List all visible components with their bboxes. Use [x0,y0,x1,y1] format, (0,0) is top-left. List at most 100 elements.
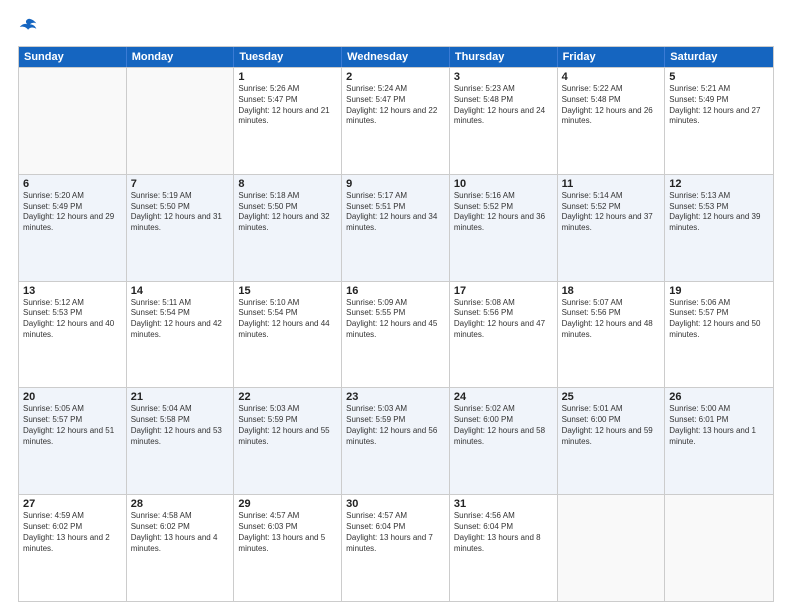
cell-info: Sunrise: 5:00 AMSunset: 6:01 PMDaylight:… [669,404,769,447]
day-cell-22: 22Sunrise: 5:03 AMSunset: 5:59 PMDayligh… [234,388,342,494]
day-number: 30 [346,498,445,510]
day-header-thursday: Thursday [450,47,558,67]
day-cell-2: 2Sunrise: 5:24 AMSunset: 5:47 PMDaylight… [342,68,450,174]
day-cell-20: 20Sunrise: 5:05 AMSunset: 5:57 PMDayligh… [19,388,127,494]
day-number: 27 [23,498,122,510]
day-cell-8: 8Sunrise: 5:18 AMSunset: 5:50 PMDaylight… [234,175,342,281]
cell-info: Sunrise: 5:19 AMSunset: 5:50 PMDaylight:… [131,191,230,234]
day-number: 3 [454,71,553,83]
day-number: 25 [562,391,661,403]
day-number: 13 [23,285,122,297]
day-number: 15 [238,285,337,297]
day-number: 14 [131,285,230,297]
day-number: 1 [238,71,337,83]
day-cell-11: 11Sunrise: 5:14 AMSunset: 5:52 PMDayligh… [558,175,666,281]
day-number: 23 [346,391,445,403]
day-cell-16: 16Sunrise: 5:09 AMSunset: 5:55 PMDayligh… [342,282,450,388]
day-number: 2 [346,71,445,83]
day-cell-9: 9Sunrise: 5:17 AMSunset: 5:51 PMDaylight… [342,175,450,281]
empty-cell [558,495,666,601]
empty-cell [665,495,773,601]
calendar-body: 1Sunrise: 5:26 AMSunset: 5:47 PMDaylight… [19,67,773,601]
day-number: 24 [454,391,553,403]
cell-info: Sunrise: 5:07 AMSunset: 5:56 PMDaylight:… [562,298,661,341]
day-number: 4 [562,71,661,83]
day-number: 28 [131,498,230,510]
cell-info: Sunrise: 5:13 AMSunset: 5:53 PMDaylight:… [669,191,769,234]
day-number: 18 [562,285,661,297]
day-header-monday: Monday [127,47,235,67]
cell-info: Sunrise: 5:14 AMSunset: 5:52 PMDaylight:… [562,191,661,234]
day-cell-4: 4Sunrise: 5:22 AMSunset: 5:48 PMDaylight… [558,68,666,174]
day-cell-31: 31Sunrise: 4:56 AMSunset: 6:04 PMDayligh… [450,495,558,601]
day-header-friday: Friday [558,47,666,67]
day-number: 10 [454,178,553,190]
day-cell-19: 19Sunrise: 5:06 AMSunset: 5:57 PMDayligh… [665,282,773,388]
day-header-wednesday: Wednesday [342,47,450,67]
day-number: 16 [346,285,445,297]
day-cell-28: 28Sunrise: 4:58 AMSunset: 6:02 PMDayligh… [127,495,235,601]
day-cell-10: 10Sunrise: 5:16 AMSunset: 5:52 PMDayligh… [450,175,558,281]
cell-info: Sunrise: 5:09 AMSunset: 5:55 PMDaylight:… [346,298,445,341]
calendar-row-5: 27Sunrise: 4:59 AMSunset: 6:02 PMDayligh… [19,494,773,601]
day-cell-13: 13Sunrise: 5:12 AMSunset: 5:53 PMDayligh… [19,282,127,388]
calendar-row-3: 13Sunrise: 5:12 AMSunset: 5:53 PMDayligh… [19,281,773,388]
day-number: 22 [238,391,337,403]
day-cell-6: 6Sunrise: 5:20 AMSunset: 5:49 PMDaylight… [19,175,127,281]
calendar-row-2: 6Sunrise: 5:20 AMSunset: 5:49 PMDaylight… [19,174,773,281]
day-number: 7 [131,178,230,190]
cell-info: Sunrise: 4:58 AMSunset: 6:02 PMDaylight:… [131,511,230,554]
day-header-saturday: Saturday [665,47,773,67]
cell-info: Sunrise: 5:04 AMSunset: 5:58 PMDaylight:… [131,404,230,447]
calendar-header: SundayMondayTuesdayWednesdayThursdayFrid… [19,47,773,67]
day-cell-23: 23Sunrise: 5:03 AMSunset: 5:59 PMDayligh… [342,388,450,494]
day-number: 31 [454,498,553,510]
day-cell-21: 21Sunrise: 5:04 AMSunset: 5:58 PMDayligh… [127,388,235,494]
day-cell-24: 24Sunrise: 5:02 AMSunset: 6:00 PMDayligh… [450,388,558,494]
cell-info: Sunrise: 5:06 AMSunset: 5:57 PMDaylight:… [669,298,769,341]
day-number: 21 [131,391,230,403]
cell-info: Sunrise: 5:02 AMSunset: 6:00 PMDaylight:… [454,404,553,447]
day-cell-29: 29Sunrise: 4:57 AMSunset: 6:03 PMDayligh… [234,495,342,601]
logo-icon [18,16,40,38]
cell-info: Sunrise: 5:08 AMSunset: 5:56 PMDaylight:… [454,298,553,341]
cell-info: Sunrise: 5:26 AMSunset: 5:47 PMDaylight:… [238,84,337,127]
cell-info: Sunrise: 5:03 AMSunset: 5:59 PMDaylight:… [346,404,445,447]
cell-info: Sunrise: 5:18 AMSunset: 5:50 PMDaylight:… [238,191,337,234]
day-cell-17: 17Sunrise: 5:08 AMSunset: 5:56 PMDayligh… [450,282,558,388]
cell-info: Sunrise: 4:57 AMSunset: 6:03 PMDaylight:… [238,511,337,554]
cell-info: Sunrise: 4:59 AMSunset: 6:02 PMDaylight:… [23,511,122,554]
empty-cell [127,68,235,174]
logo [18,16,44,38]
day-cell-15: 15Sunrise: 5:10 AMSunset: 5:54 PMDayligh… [234,282,342,388]
cell-info: Sunrise: 5:24 AMSunset: 5:47 PMDaylight:… [346,84,445,127]
cell-info: Sunrise: 5:23 AMSunset: 5:48 PMDaylight:… [454,84,553,127]
day-cell-25: 25Sunrise: 5:01 AMSunset: 6:00 PMDayligh… [558,388,666,494]
cell-info: Sunrise: 5:20 AMSunset: 5:49 PMDaylight:… [23,191,122,234]
cell-info: Sunrise: 5:05 AMSunset: 5:57 PMDaylight:… [23,404,122,447]
day-number: 11 [562,178,661,190]
day-number: 8 [238,178,337,190]
cell-info: Sunrise: 5:17 AMSunset: 5:51 PMDaylight:… [346,191,445,234]
cell-info: Sunrise: 5:22 AMSunset: 5:48 PMDaylight:… [562,84,661,127]
cell-info: Sunrise: 5:16 AMSunset: 5:52 PMDaylight:… [454,191,553,234]
day-number: 20 [23,391,122,403]
cell-info: Sunrise: 5:01 AMSunset: 6:00 PMDaylight:… [562,404,661,447]
day-cell-26: 26Sunrise: 5:00 AMSunset: 6:01 PMDayligh… [665,388,773,494]
day-cell-18: 18Sunrise: 5:07 AMSunset: 5:56 PMDayligh… [558,282,666,388]
day-header-tuesday: Tuesday [234,47,342,67]
cell-info: Sunrise: 5:21 AMSunset: 5:49 PMDaylight:… [669,84,769,127]
day-number: 6 [23,178,122,190]
day-header-sunday: Sunday [19,47,127,67]
cell-info: Sunrise: 4:56 AMSunset: 6:04 PMDaylight:… [454,511,553,554]
calendar-row-4: 20Sunrise: 5:05 AMSunset: 5:57 PMDayligh… [19,387,773,494]
day-number: 29 [238,498,337,510]
day-cell-12: 12Sunrise: 5:13 AMSunset: 5:53 PMDayligh… [665,175,773,281]
day-cell-1: 1Sunrise: 5:26 AMSunset: 5:47 PMDaylight… [234,68,342,174]
cell-info: Sunrise: 5:12 AMSunset: 5:53 PMDaylight:… [23,298,122,341]
calendar: SundayMondayTuesdayWednesdayThursdayFrid… [18,46,774,602]
cell-info: Sunrise: 4:57 AMSunset: 6:04 PMDaylight:… [346,511,445,554]
day-number: 5 [669,71,769,83]
day-cell-30: 30Sunrise: 4:57 AMSunset: 6:04 PMDayligh… [342,495,450,601]
empty-cell [19,68,127,174]
